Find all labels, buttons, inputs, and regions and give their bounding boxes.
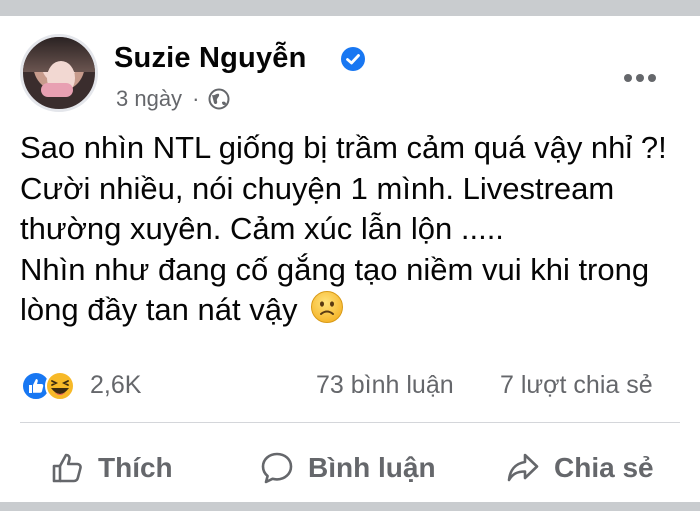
post-text-line-last: lòng đầy tan nát vậy xyxy=(20,290,684,331)
sad-face-emoji-icon xyxy=(311,291,344,323)
share-arrow-icon xyxy=(507,453,539,482)
post-text-line: Sao nhìn NTL giống bị trầm cảm quá vậy n… xyxy=(20,130,667,165)
post-actions: Thích Bình luận Chia sẻ xyxy=(0,438,700,498)
bottom-edge xyxy=(0,502,700,511)
thumbs-up-icon xyxy=(52,453,82,483)
author-avatar[interactable] xyxy=(20,34,98,112)
verified-badge-icon xyxy=(341,47,365,71)
post-text-line: Nhìn như đang cố gắng tạo niềm vui khi t… xyxy=(20,251,650,287)
shares-count[interactable]: 7 lượt chia sẻ xyxy=(500,371,653,400)
share-label: Chia sẻ xyxy=(554,452,654,483)
author-name[interactable]: Suzie Nguyễn xyxy=(114,42,307,75)
reaction-icons[interactable] xyxy=(20,370,80,402)
comment-bubble-icon xyxy=(261,452,293,484)
comment-label: Bình luận xyxy=(308,452,436,483)
reactions-bar: 2,6K 73 bình luận 7 lượt chia sẻ xyxy=(20,366,680,406)
post-text-line: Cười nhiều, nói chuyện 1 mình. Livestrea… xyxy=(20,170,615,206)
meta-separator: · xyxy=(192,86,200,111)
post-time[interactable]: 3 ngày xyxy=(116,86,182,112)
comments-count[interactable]: 73 bình luận xyxy=(316,371,454,400)
more-options-icon[interactable] xyxy=(622,72,658,84)
post-text-line: thường xuyên. Cảm xúc lẫn lộn ..... xyxy=(20,211,504,246)
post-body: Sao nhìn NTL giống bị trầm cảm quá vậy n… xyxy=(20,128,684,331)
like-button[interactable]: Thích xyxy=(50,446,173,490)
post-meta: 3 ngày · xyxy=(116,86,231,112)
share-button[interactable]: Chia sẻ xyxy=(506,446,654,490)
haha-reaction-icon xyxy=(45,371,75,401)
post-text-line: lòng đầy tan nát vậy xyxy=(20,292,298,327)
top-edge xyxy=(0,0,700,16)
post-header: Suzie Nguyễn 3 ngày · xyxy=(20,28,680,116)
comment-button[interactable]: Bình luận xyxy=(260,446,436,490)
globe-icon[interactable] xyxy=(207,87,231,111)
like-label: Thích xyxy=(98,452,173,483)
divider xyxy=(20,422,680,423)
avatar-bow xyxy=(41,83,73,97)
reaction-count[interactable]: 2,6K xyxy=(90,371,141,400)
